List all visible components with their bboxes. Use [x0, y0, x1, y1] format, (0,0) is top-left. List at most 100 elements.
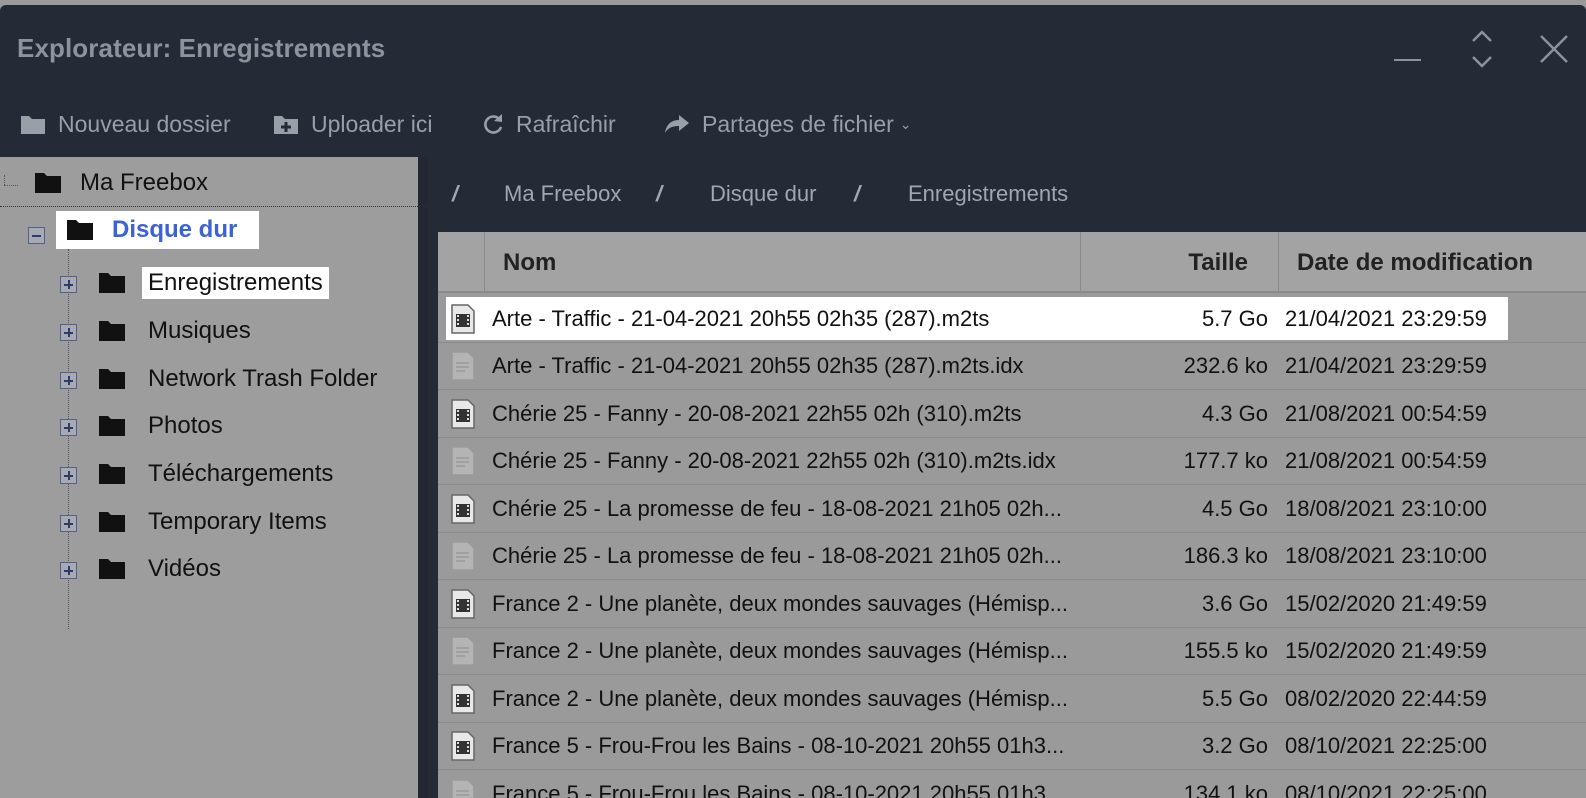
file-explorer-window: Explorateur: Enregistrements Nouveau dos… [0, 5, 1586, 798]
close-button[interactable] [1538, 33, 1570, 65]
file-date: 08/10/2021 22:25:00 [1285, 780, 1487, 798]
file-size: 4.5 Go [1201, 495, 1268, 521]
video-file-icon [446, 675, 480, 722]
breadcrumb-disque-dur[interactable]: Disque dur [710, 181, 816, 207]
file-share-dropdown[interactable]: Partages de fichier ⌄ [664, 109, 912, 139]
file-row[interactable]: Arte - Traffic - 21-04-2021 20h55 02h35 … [438, 343, 1586, 390]
share-label: Partages de fichier [702, 110, 894, 137]
file-size: 134.1 ko [1183, 780, 1268, 798]
video-file-icon [446, 723, 480, 770]
window-title: Explorateur: Enregistrements [17, 33, 386, 63]
file-row[interactable]: France 5 - Frou-Frou les Bains - 08-10-2… [438, 723, 1586, 770]
close-icon [1540, 35, 1568, 63]
tree-item-label: Network Trash Folder [148, 365, 378, 392]
tree-item-label: Temporary Items [148, 508, 327, 535]
tree-item-musiques[interactable]: Musiques [98, 311, 251, 351]
expand-icon [1472, 30, 1492, 68]
maximize-button[interactable] [1470, 29, 1494, 69]
header-icon-column [438, 232, 484, 293]
file-date: 18/08/2021 23:10:00 [1285, 543, 1487, 568]
tree-item-network-trash-folder[interactable]: Network Trash Folder [98, 359, 377, 399]
file-row[interactable]: Chérie 25 - La promesse de feu - 18-08-2… [438, 485, 1586, 533]
folder-icon [21, 116, 45, 134]
text-file-icon [446, 343, 480, 390]
expand-toggle[interactable] [60, 372, 77, 389]
tree-item-ma-freebox[interactable]: Ma Freebox [34, 163, 208, 203]
file-name: France 2 - Une planète, deux mondes sauv… [492, 638, 1068, 663]
collapse-toggle[interactable] [28, 227, 45, 244]
expand-toggle[interactable] [60, 419, 77, 436]
file-row[interactable]: Chérie 25 - Fanny - 20-08-2021 22h55 02h… [438, 438, 1586, 485]
breadcrumb-separator: / [854, 181, 861, 206]
tree-item-disque-dur[interactable]: Disque dur [56, 211, 260, 249]
upload-label: Uploader ici [311, 110, 433, 137]
file-size: 155.5 ko [1183, 638, 1268, 663]
folder-plus-icon [274, 116, 298, 134]
file-date: 15/02/2020 21:49:59 [1285, 638, 1487, 663]
expand-toggle[interactable] [60, 324, 77, 341]
refresh-icon [484, 114, 503, 134]
file-row[interactable]: France 5 - Frou-Frou les Bains - 08-10-2… [438, 770, 1586, 798]
expand-toggle[interactable] [60, 276, 77, 293]
file-name: Chérie 25 - Fanny - 20-08-2021 22h55 02h… [492, 400, 1022, 426]
tree-item-enregistrements[interactable]: Enregistrements [98, 263, 329, 303]
column-header-name[interactable]: Nom [484, 232, 1080, 293]
folder-icon [99, 559, 125, 579]
grid-header: Nom Taille Date de modification [438, 232, 1586, 293]
file-date: 21/04/2021 23:29:59 [1285, 305, 1487, 331]
tree-item-telechargements[interactable]: Téléchargements [98, 454, 333, 494]
file-name: Chérie 25 - La promesse de feu - 18-08-2… [492, 543, 1062, 568]
folder-icon [99, 369, 125, 389]
refresh-label: Rafraîchir [516, 110, 616, 137]
text-file-icon [446, 438, 480, 485]
file-size: 5.7 Go [1201, 305, 1268, 331]
title-bar[interactable]: Explorateur: Enregistrements [0, 5, 1586, 87]
tree-item-label: Vidéos [148, 555, 221, 582]
text-file-icon [446, 533, 480, 580]
tree-item-photos[interactable]: Photos [98, 406, 223, 446]
folder-icon [67, 220, 93, 240]
file-row[interactable]: France 2 - Une planète, deux mondes sauv… [438, 675, 1586, 723]
expand-toggle[interactable] [60, 515, 77, 532]
file-date: 08/10/2021 22:25:00 [1285, 733, 1487, 758]
minimize-button[interactable] [1394, 29, 1422, 61]
new-folder-button[interactable]: Nouveau dossier [20, 109, 231, 139]
folder-icon [99, 321, 125, 341]
folder-icon [99, 273, 125, 293]
breadcrumb-enregistrements[interactable]: Enregistrements [908, 181, 1068, 207]
file-size: 4.3 Go [1201, 400, 1268, 426]
file-row[interactable]: Arte - Traffic - 21-04-2021 20h55 02h35 … [438, 295, 1586, 343]
refresh-button[interactable]: Rafraîchir [482, 109, 616, 139]
video-file-icon [446, 390, 480, 437]
file-row[interactable]: Chérie 25 - La promesse de feu - 18-08-2… [438, 533, 1586, 580]
tree-item-label: Ma Freebox [80, 169, 209, 196]
file-name: France 2 - Une planète, deux mondes sauv… [492, 685, 1068, 711]
folder-icon [35, 173, 61, 193]
text-file-icon [446, 628, 480, 675]
tree-item-label: Téléchargements [148, 460, 334, 487]
breadcrumb-separator: / [656, 181, 663, 206]
expand-toggle[interactable] [60, 467, 77, 484]
video-file-icon [446, 580, 480, 627]
breadcrumb-ma-freebox[interactable]: Ma Freebox [504, 181, 621, 207]
folder-icon [99, 464, 125, 484]
file-row[interactable]: Chérie 25 - Fanny - 20-08-2021 22h55 02h… [438, 390, 1586, 438]
column-header-date[interactable]: Date de modification [1278, 232, 1586, 293]
file-date: 21/04/2021 23:29:59 [1285, 353, 1487, 378]
tree-item-videos[interactable]: Vidéos [98, 549, 221, 589]
tree-item-temporary-items[interactable]: Temporary Items [98, 502, 327, 542]
expand-toggle[interactable] [60, 562, 77, 579]
upload-button[interactable]: Uploader ici [273, 109, 432, 139]
tree-separator [0, 206, 428, 207]
file-name: France 5 - Frou-Frou les Bains - 08-10-2… [492, 733, 1065, 758]
file-date: 21/08/2021 00:54:59 [1285, 448, 1487, 473]
folder-icon [99, 512, 125, 532]
column-header-size[interactable]: Taille [1080, 232, 1278, 293]
file-row[interactable]: France 2 - Une planète, deux mondes sauv… [438, 580, 1586, 628]
file-size: 232.6 ko [1183, 353, 1268, 378]
video-file-icon [446, 295, 480, 342]
file-row[interactable]: France 2 - Une planète, deux mondes sauv… [438, 628, 1586, 675]
tree-item-label: Disque dur [112, 216, 238, 243]
tree-item-label: Musiques [148, 317, 251, 344]
tree-item-label: Enregistrements [142, 267, 329, 299]
